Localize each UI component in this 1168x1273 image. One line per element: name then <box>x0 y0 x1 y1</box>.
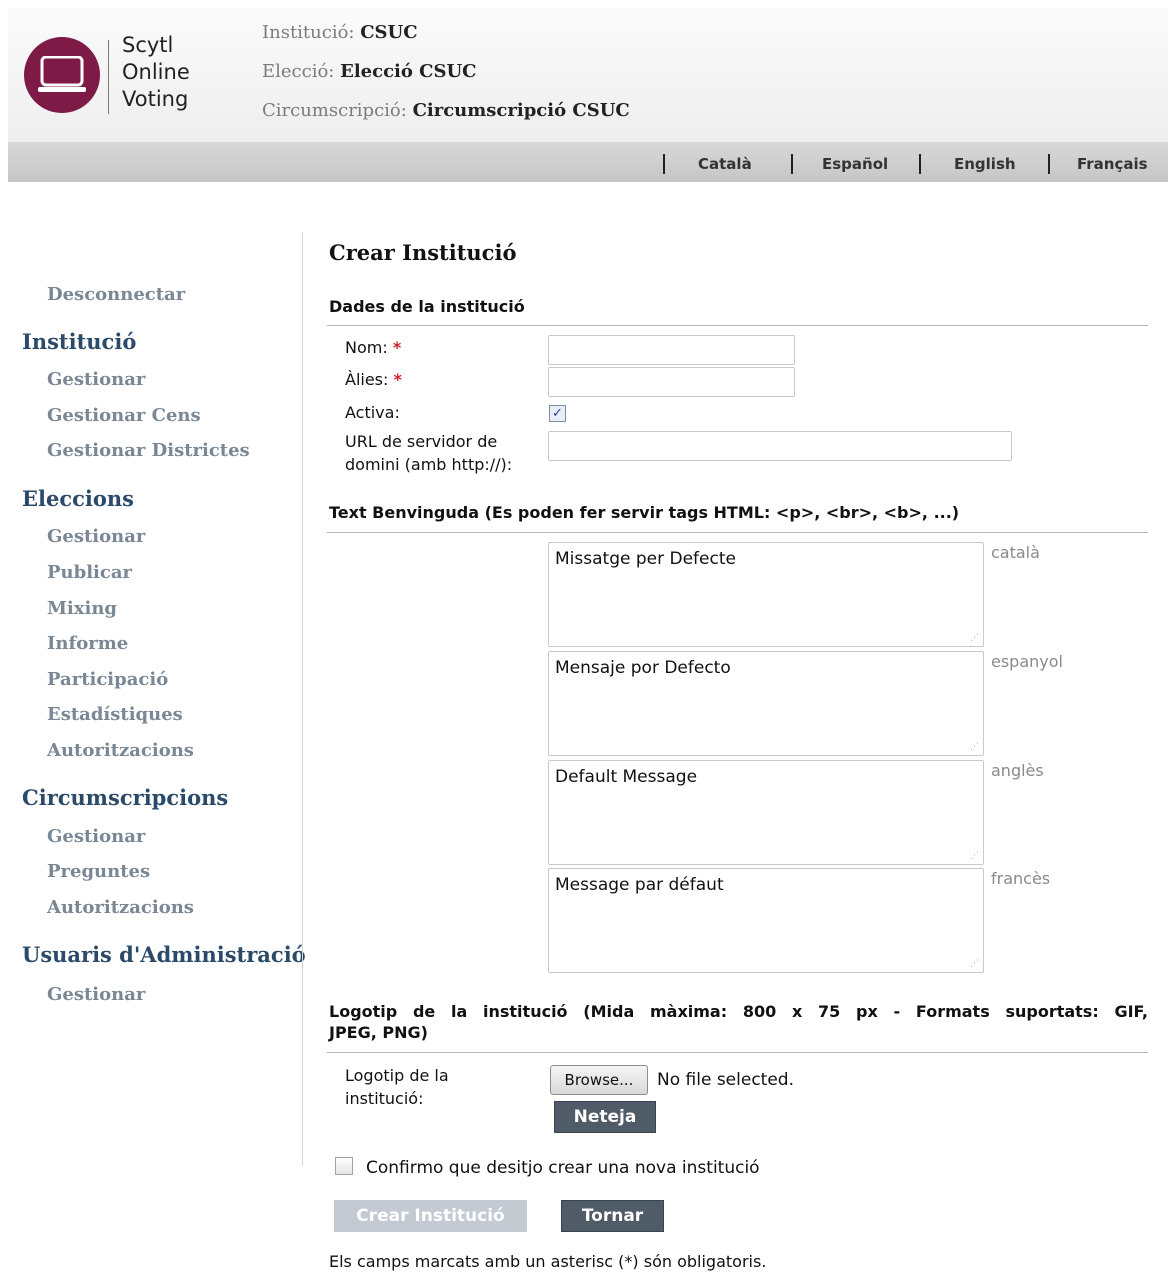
sidebar-item-participation[interactable]: Participació <box>47 669 168 690</box>
sidebar-divider <box>302 232 303 1166</box>
checkmark-icon: ✓ <box>552 406 563 421</box>
sidebar-item-elections-manage[interactable]: Gestionar <box>47 526 145 547</box>
logo-label-line: Logotip de la <box>345 1066 449 1085</box>
district-context-value: Circumscripció CSUC <box>412 100 630 121</box>
textarea-text: Message par défaut <box>555 875 724 895</box>
welcome-textarea-english[interactable]: Default Message ⋰ <box>548 760 984 865</box>
sidebar-item-manage-districts[interactable]: Gestionar Districtes <box>47 440 250 461</box>
sidebar-item-statistics[interactable]: Estadístiques <box>47 704 183 725</box>
name-input[interactable] <box>548 335 795 365</box>
election-context: Elecció: Elecció CSUC <box>262 61 477 82</box>
sidebar-item-mixing[interactable]: Mixing <box>47 598 117 619</box>
brand-line: Voting <box>122 87 189 111</box>
sidebar-heading-admin-users: Usuaris d'Administració <box>22 942 306 967</box>
url-label: URL de servidor de domini (amb http://): <box>345 430 512 476</box>
required-asterisk: * <box>392 338 402 357</box>
brand-name: Scytl Online Voting <box>122 32 190 113</box>
brand-line: Online <box>122 60 190 84</box>
district-context: Circumscripció: Circumscripció CSUC <box>262 100 630 121</box>
sidebar-item-institution-manage[interactable]: Gestionar <box>47 369 145 390</box>
confirm-checkbox[interactable] <box>335 1157 353 1175</box>
sidebar-item-district-authorizations[interactable]: Autoritzacions <box>47 897 194 918</box>
sidebar-item-report[interactable]: Informe <box>47 633 128 654</box>
section-heading-institution-data: Dades de la institució <box>329 297 525 316</box>
url-label-line: domini (amb http://): <box>345 455 513 474</box>
active-checkbox[interactable]: ✓ <box>549 405 566 422</box>
confirm-label: Confirmo que desitjo crear una nova inst… <box>366 1158 760 1178</box>
sidebar-item-questions[interactable]: Preguntes <box>47 861 150 882</box>
page-title: Crear Institució <box>329 240 517 265</box>
section-divider <box>327 1052 1148 1053</box>
section-heading-welcome-text: Text Benvinguda (Es poden fer servir tag… <box>329 503 960 522</box>
sidebar-item-admin-users-manage[interactable]: Gestionar <box>47 984 145 1005</box>
textarea-language-label: català <box>991 543 1040 562</box>
district-context-label: Circumscripció: <box>262 100 407 121</box>
alias-input[interactable] <box>548 367 795 397</box>
page-header: Scytl Online Voting Institució: CSUC Ele… <box>8 8 1168 142</box>
institution-context-value: CSUC <box>360 22 418 43</box>
resize-grip-icon[interactable]: ⋰ <box>970 634 979 643</box>
section-divider <box>327 325 1148 326</box>
textarea-language-label: espanyol <box>991 652 1063 671</box>
required-fields-note: Els camps marcats amb un asterisc (*) só… <box>329 1252 767 1271</box>
create-institution-button[interactable]: Crear Institució <box>334 1200 527 1232</box>
alias-label: Àlies: * <box>345 368 402 391</box>
domain-url-input[interactable] <box>548 431 1012 461</box>
language-link-francais[interactable]: Français <box>1077 142 1148 182</box>
file-status-text: No file selected. <box>657 1070 794 1090</box>
textarea-language-label: francès <box>991 869 1051 888</box>
election-context-label: Elecció: <box>262 61 335 82</box>
required-asterisk: * <box>393 370 402 389</box>
url-label-line: URL de servidor de <box>345 432 498 451</box>
logo-label: Logotip de la institució: <box>345 1064 449 1110</box>
election-context-value: Elecció CSUC <box>340 61 477 82</box>
name-label-text: Nom: <box>345 338 388 357</box>
language-separator <box>791 154 793 174</box>
active-label: Activa: <box>345 403 400 422</box>
brand-line: Scytl <box>122 33 174 57</box>
language-link-catala[interactable]: Català <box>698 142 752 182</box>
textarea-text: Missatge per Defecte <box>555 549 736 569</box>
section-divider <box>327 532 1148 533</box>
logo-divider <box>108 40 109 114</box>
textarea-text: Default Message <box>555 767 698 787</box>
textarea-text: Mensaje por Defecto <box>555 658 731 678</box>
resize-grip-icon[interactable]: ⋰ <box>970 743 979 752</box>
resize-grip-icon[interactable]: ⋰ <box>970 852 979 861</box>
logo-heading-line: Logotip de la institució (Mida màxima: 8… <box>329 1002 1148 1021</box>
sidebar-heading-elections: Eleccions <box>22 486 134 511</box>
language-separator <box>663 154 665 174</box>
logo-heading-line: JPEG, PNG) <box>329 1023 428 1042</box>
alias-label-text: Àlies: <box>345 370 389 389</box>
language-separator <box>919 154 921 174</box>
logout-link[interactable]: Desconnectar <box>47 284 185 305</box>
sidebar-item-election-authorizations[interactable]: Autoritzacions <box>47 740 194 761</box>
back-button[interactable]: Tornar <box>561 1200 664 1232</box>
welcome-textarea-french[interactable]: Message par défaut ⋰ <box>548 868 984 973</box>
brand-logo <box>24 37 100 113</box>
resize-grip-icon[interactable]: ⋰ <box>970 960 979 969</box>
institution-context-label: Institució: <box>262 22 355 43</box>
language-link-english[interactable]: English <box>954 142 1016 182</box>
logo-label-line: institució: <box>345 1089 424 1108</box>
language-separator <box>1048 154 1050 174</box>
sidebar-item-districts-manage[interactable]: Gestionar <box>47 826 145 847</box>
textarea-language-label: anglès <box>991 761 1044 780</box>
welcome-textarea-catalan[interactable]: Missatge per Defecte ⋰ <box>548 542 984 647</box>
welcome-textarea-spanish[interactable]: Mensaje por Defecto ⋰ <box>548 651 984 756</box>
sidebar-item-manage-census[interactable]: Gestionar Cens <box>47 405 201 426</box>
sidebar-heading-institution: Institució <box>22 329 137 354</box>
sidebar-heading-districts: Circumscripcions <box>22 785 229 810</box>
language-bar: Català Español English Français <box>8 142 1168 182</box>
section-heading-logo: Logotip de la institució (Mida màxima: 8… <box>329 1002 1148 1042</box>
institution-context: Institució: CSUC <box>262 22 418 43</box>
browse-button[interactable]: Browse... <box>550 1065 648 1095</box>
laptop-icon <box>38 56 86 92</box>
language-link-espanol[interactable]: Español <box>822 142 888 182</box>
sidebar-item-publish[interactable]: Publicar <box>47 562 132 583</box>
name-label: Nom: * <box>345 336 401 359</box>
clear-logo-button[interactable]: Neteja <box>554 1101 656 1133</box>
